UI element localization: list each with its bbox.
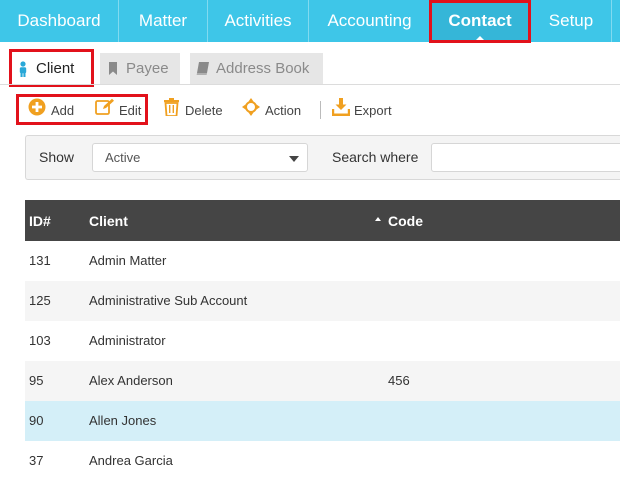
tab-payee-label: Payee [126, 60, 169, 77]
tab-address-book[interactable]: Address Book [190, 53, 323, 84]
show-label: Show [39, 149, 75, 165]
show-select[interactable]: Active [92, 143, 308, 172]
delete-button[interactable]: Delete [164, 97, 224, 123]
bookmark-icon [109, 62, 117, 75]
top-nav: Dashboard Matter Activities Accounting C… [0, 0, 620, 42]
tab-divider [0, 84, 620, 85]
action-button[interactable]: Action [242, 97, 304, 123]
column-header-client[interactable]: Client [89, 213, 128, 229]
cell-client: Administrative Sub Account [89, 293, 248, 308]
add-button-label: Add [51, 103, 75, 118]
tab-client-label: Client [36, 60, 75, 77]
column-header-code[interactable]: Code [388, 213, 423, 229]
table-row-selected[interactable]: 90 Allen Jones [25, 401, 620, 441]
nav-matter[interactable]: Matter [119, 0, 207, 42]
edit-icon [95, 98, 114, 115]
edit-button-label: Edit [119, 103, 142, 118]
plus-circle-icon [28, 98, 46, 116]
cell-id: 37 [29, 453, 44, 468]
cell-id: 95 [29, 373, 44, 388]
book-icon [196, 62, 209, 75]
active-caret-icon [474, 36, 486, 42]
table-row[interactable]: 131 Admin Matter [25, 241, 620, 281]
search-input[interactable] [431, 143, 620, 172]
download-icon [332, 98, 350, 116]
add-button[interactable]: Add [28, 97, 78, 123]
cell-client: Admin Matter [89, 253, 167, 268]
cell-client: Alex Anderson [89, 373, 173, 388]
cell-client: Allen Jones [89, 413, 157, 428]
action-button-label: Action [265, 103, 302, 118]
chevron-down-icon [289, 156, 299, 162]
cell-id: 131 [29, 253, 51, 268]
table-row[interactable]: 37 Andrea Garcia [25, 441, 620, 480]
tab-payee[interactable]: Payee [100, 53, 180, 84]
sort-ascending-icon[interactable] [375, 217, 381, 221]
cell-code: 456 [388, 373, 410, 388]
nav-contact-label: Contact [448, 11, 512, 30]
nav-accounting[interactable]: Accounting [309, 0, 430, 42]
cell-id: 125 [29, 293, 51, 308]
table-row[interactable]: 125 Administrative Sub Account [25, 281, 620, 321]
search-where-label: Search where [332, 149, 419, 165]
nav-dashboard[interactable]: Dashboard [0, 0, 118, 42]
tab-address-book-label: Address Book [216, 60, 310, 77]
export-button[interactable]: Export [332, 97, 394, 123]
cell-id: 103 [29, 333, 51, 348]
nav-separator [611, 0, 612, 42]
delete-button-label: Delete [185, 103, 223, 118]
person-icon [19, 61, 27, 77]
nav-activities[interactable]: Activities [208, 0, 308, 42]
table-row[interactable]: 95 Alex Anderson 456 [25, 361, 620, 401]
crosshair-icon [242, 98, 260, 116]
table-row[interactable]: 103 Administrator [25, 321, 620, 361]
show-select-value: Active [105, 150, 141, 165]
tab-client[interactable]: Client [11, 53, 92, 84]
cell-client: Administrator [89, 333, 166, 348]
nav-setup[interactable]: Setup [531, 0, 611, 42]
cell-client: Andrea Garcia [89, 453, 173, 468]
toolbar-divider [320, 101, 321, 119]
trash-icon [164, 98, 179, 116]
edit-button[interactable]: Edit [95, 97, 145, 123]
export-button-label: Export [354, 103, 392, 118]
nav-contact[interactable]: Contact [430, 0, 530, 42]
cell-id: 90 [29, 413, 44, 428]
column-header-id[interactable]: ID# [29, 213, 51, 229]
